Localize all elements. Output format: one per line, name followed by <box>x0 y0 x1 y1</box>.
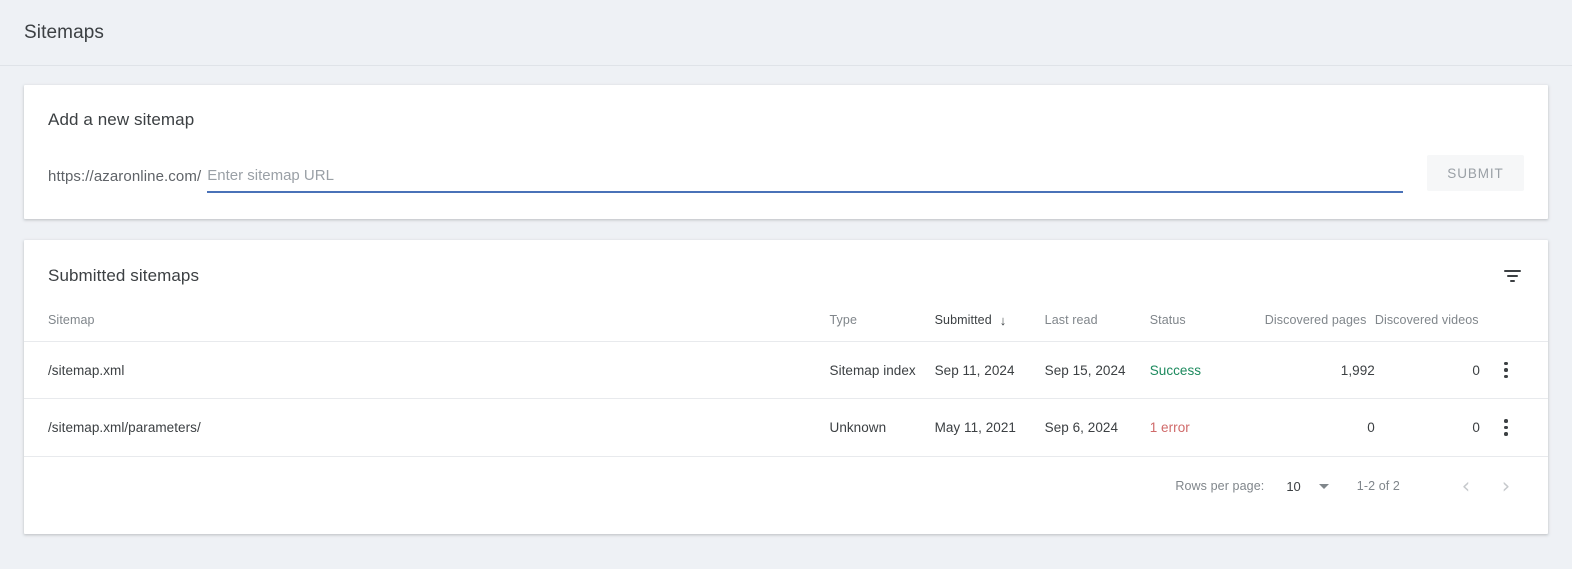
filter-bar-middle <box>1506 275 1518 277</box>
status-badge: 1 error <box>1149 398 1265 456</box>
table-row[interactable]: /sitemap.xml Sitemap index Sep 11, 2024 … <box>24 341 1548 399</box>
kebab-dot <box>1504 425 1508 429</box>
cell-submitted: Sep 11, 2024 <box>934 341 1045 399</box>
sitemaps-table-body: /sitemap.xml Sitemap index Sep 11, 2024 … <box>24 341 1548 456</box>
cell-type: Unknown <box>829 398 935 456</box>
cell-discovered-pages: 0 <box>1264 398 1375 456</box>
kebab-dot <box>1504 368 1508 372</box>
kebab-dot <box>1504 419 1508 423</box>
filter-bar-bottom <box>1509 280 1515 282</box>
cell-type: Sitemap index <box>829 341 935 399</box>
column-header-actions <box>1480 312 1548 342</box>
cell-sitemap[interactable]: /sitemap.xml/parameters/ <box>24 398 830 456</box>
column-header-last-read[interactable]: Last read <box>1045 312 1150 342</box>
submitted-sitemaps-header: Submitted sitemaps <box>24 240 1548 312</box>
pagination: Rows per page: 10 1-2 of 2 ‹ › <box>24 455 1548 516</box>
cell-sitemap[interactable]: /sitemap.xml <box>24 341 830 399</box>
filter-bar-top <box>1503 270 1521 272</box>
column-header-sitemap[interactable]: Sitemap <box>24 312 830 342</box>
add-sitemap-title: Add a new sitemap <box>48 110 195 129</box>
sitemaps-table-head: Sitemap Type Submitted ↓ Last read Status… <box>24 312 1548 342</box>
column-header-discovered-pages[interactable]: Discovered pages <box>1265 312 1375 342</box>
column-header-submitted-label: Submitted <box>934 313 992 327</box>
column-header-discovered-videos[interactable]: Discovered videos <box>1375 312 1480 342</box>
kebab-dot <box>1504 432 1508 436</box>
cell-discovered-videos: 0 <box>1374 341 1480 399</box>
submitted-sitemaps-title: Submitted sitemaps <box>48 266 200 285</box>
sort-descending-icon: ↓ <box>999 313 1007 328</box>
chevron-down-icon <box>1318 483 1329 489</box>
page-header: Sitemaps <box>0 0 1572 66</box>
submit-button[interactable]: SUBMIT <box>1427 155 1524 191</box>
status-badge: Success <box>1149 341 1265 399</box>
rows-per-page-select[interactable]: 10 <box>1286 478 1329 494</box>
sitemap-url-input-wrapper <box>207 167 1403 193</box>
cell-discovered-pages: 1,992 <box>1264 341 1375 399</box>
column-header-type[interactable]: Type <box>830 312 935 342</box>
kebab-dot <box>1504 374 1508 379</box>
column-header-status[interactable]: Status <box>1150 312 1265 342</box>
rows-per-page-label: Rows per page: <box>1175 479 1265 493</box>
add-sitemap-row: https://azaronline.com/ SUBMIT <box>48 155 1548 193</box>
sitemaps-table: Sitemap Type Submitted ↓ Last read Status… <box>24 312 1548 456</box>
submitted-sitemaps-card: Submitted sitemaps Sitemap Type Submitte… <box>24 240 1548 534</box>
table-header-row: Sitemap Type Submitted ↓ Last read Status… <box>24 312 1548 342</box>
more-options-icon[interactable] <box>1494 361 1518 379</box>
cell-discovered-videos: 0 <box>1374 398 1480 456</box>
rows-per-page-value: 10 <box>1286 478 1301 494</box>
pagination-range: 1-2 of 2 <box>1356 479 1400 493</box>
cell-actions <box>1479 398 1548 456</box>
add-sitemap-card: Add a new sitemap https://azaronline.com… <box>24 85 1548 219</box>
more-options-icon[interactable] <box>1494 419 1518 436</box>
previous-page-button[interactable]: ‹ <box>1446 475 1486 497</box>
cell-last-read: Sep 15, 2024 <box>1044 341 1150 399</box>
sitemap-url-input[interactable] <box>207 167 1403 184</box>
table-row[interactable]: /sitemap.xml/parameters/ Unknown May 11,… <box>24 398 1548 456</box>
url-prefix-label: https://azaronline.com/ <box>48 168 202 185</box>
cell-last-read: Sep 6, 2024 <box>1044 398 1150 456</box>
filter-icon[interactable] <box>1500 264 1524 288</box>
page-title: Sitemaps <box>24 21 105 43</box>
cell-actions <box>1479 341 1548 399</box>
cell-submitted: May 11, 2021 <box>934 398 1045 456</box>
kebab-dot <box>1504 361 1508 366</box>
next-page-button[interactable]: › <box>1486 475 1526 497</box>
column-header-submitted[interactable]: Submitted ↓ <box>935 312 1045 342</box>
